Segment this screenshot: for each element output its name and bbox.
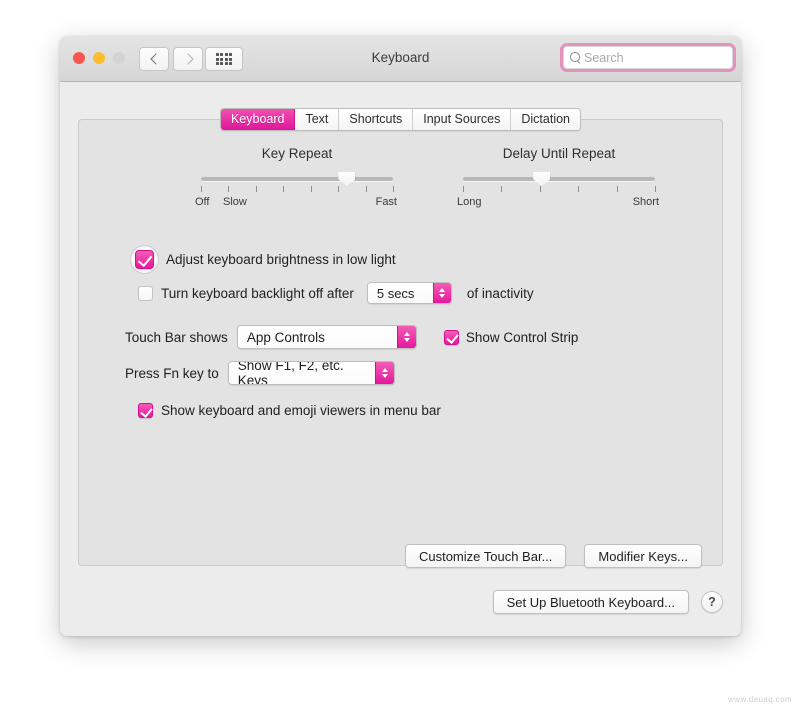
delay-repeat-slider-group: Delay Until Repeat Long Short xyxy=(457,146,659,210)
touch-bar-chevron-icon[interactable] xyxy=(396,326,416,348)
backlight-off-suffix: of inactivity xyxy=(466,285,534,301)
keyboard-settings-panel: Key Repeat Off Slow Fast Delay Until Rep… xyxy=(78,119,723,568)
tab-text[interactable]: Text xyxy=(295,109,340,130)
fn-key-label: Press Fn key to xyxy=(125,365,219,381)
delay-repeat-short-label: Short xyxy=(632,196,659,208)
viewers-menu-bar-row[interactable]: Show keyboard and emoji viewers in menu … xyxy=(138,403,441,418)
control-strip-checkbox[interactable] xyxy=(443,329,459,345)
touch-bar-value: App Controls xyxy=(237,326,397,348)
backlight-off-label: Turn keyboard backlight off after xyxy=(161,285,354,301)
tab-shortcuts[interactable]: Shortcuts xyxy=(339,109,414,130)
delay-repeat-track[interactable] xyxy=(463,172,655,186)
backlight-delay-value: 5 secs xyxy=(367,283,433,303)
tab-input-sources[interactable]: Input Sources xyxy=(413,109,512,130)
window-titlebar: Keyboard Search xyxy=(60,36,741,82)
watermark: www.deuaq.com xyxy=(728,695,792,704)
window-footer: Set Up Bluetooth Keyboard... ? xyxy=(492,590,723,614)
search-field[interactable]: Search xyxy=(563,46,733,69)
adjust-brightness-row[interactable]: Adjust keyboard brightness in low light xyxy=(131,246,396,273)
window-body: Keyboard Text Shortcuts Input Sources Di… xyxy=(60,82,741,636)
touch-bar-popup[interactable]: App Controls xyxy=(236,325,417,349)
control-strip-row[interactable]: Show Control Strip xyxy=(443,329,579,345)
panel-button-row: Customize Touch Bar... Modifier Keys... xyxy=(404,544,702,568)
screenshot-root: Keyboard Search Keyboard Text Shortcuts … xyxy=(0,0,800,710)
backlight-off-checkbox[interactable] xyxy=(138,285,153,301)
search-icon xyxy=(570,52,581,63)
slider-section: Key Repeat Off Slow Fast Delay Until Rep… xyxy=(79,146,722,226)
key-repeat-track[interactable] xyxy=(201,172,393,186)
touch-bar-row: Touch Bar shows App Controls Show Contro… xyxy=(125,325,578,349)
key-repeat-off-label: Off xyxy=(195,196,210,208)
key-repeat-end-labels: Off Slow Fast xyxy=(195,196,397,210)
tab-group: Keyboard Text Shortcuts Input Sources Di… xyxy=(219,108,582,131)
control-strip-label: Show Control Strip xyxy=(465,329,579,345)
setup-bluetooth-keyboard-button[interactable]: Set Up Bluetooth Keyboard... xyxy=(492,590,689,614)
key-repeat-slow-label: Slow xyxy=(223,196,247,208)
modifier-keys-button[interactable]: Modifier Keys... xyxy=(584,544,702,568)
delay-repeat-end-labels: Long Short xyxy=(457,196,659,210)
delay-repeat-ticks xyxy=(463,184,656,195)
customize-touch-bar-button[interactable]: Customize Touch Bar... xyxy=(404,544,567,568)
key-repeat-slider-group: Key Repeat Off Slow Fast xyxy=(195,146,397,210)
stepper-arrows-icon[interactable] xyxy=(432,283,451,303)
viewers-menu-bar-label: Show keyboard and emoji viewers in menu … xyxy=(161,403,441,418)
system-preferences-window: Keyboard Search Keyboard Text Shortcuts … xyxy=(60,36,741,636)
search-container: Search xyxy=(563,46,733,69)
adjust-brightness-label: Adjust keyboard brightness in low light xyxy=(166,252,396,267)
tab-dictation[interactable]: Dictation xyxy=(511,109,581,130)
fn-key-value: Show F1, F2, etc. Keys xyxy=(228,362,375,384)
viewers-menu-bar-checkbox[interactable] xyxy=(138,403,153,418)
key-repeat-label: Key Repeat xyxy=(261,146,333,161)
adjust-brightness-focus-ring xyxy=(131,246,158,273)
tab-keyboard[interactable]: Keyboard xyxy=(220,109,296,130)
backlight-off-row[interactable]: Turn keyboard backlight off after 5 secs… xyxy=(138,282,534,304)
search-placeholder: Search xyxy=(584,50,624,65)
tab-bar: Keyboard Text Shortcuts Input Sources Di… xyxy=(60,108,741,131)
delay-repeat-label: Delay Until Repeat xyxy=(502,146,616,161)
key-repeat-fast-label: Fast xyxy=(375,196,397,208)
fn-key-chevron-icon[interactable] xyxy=(374,362,394,384)
adjust-brightness-checkbox[interactable] xyxy=(135,250,154,269)
delay-repeat-long-label: Long xyxy=(457,196,482,208)
touch-bar-label: Touch Bar shows xyxy=(125,329,228,345)
backlight-delay-stepper[interactable]: 5 secs xyxy=(366,282,452,304)
fn-key-popup[interactable]: Show F1, F2, etc. Keys xyxy=(227,361,395,385)
help-button[interactable]: ? xyxy=(701,591,723,613)
key-repeat-ticks xyxy=(201,184,394,195)
fn-key-row: Press Fn key to Show F1, F2, etc. Keys xyxy=(125,361,395,385)
